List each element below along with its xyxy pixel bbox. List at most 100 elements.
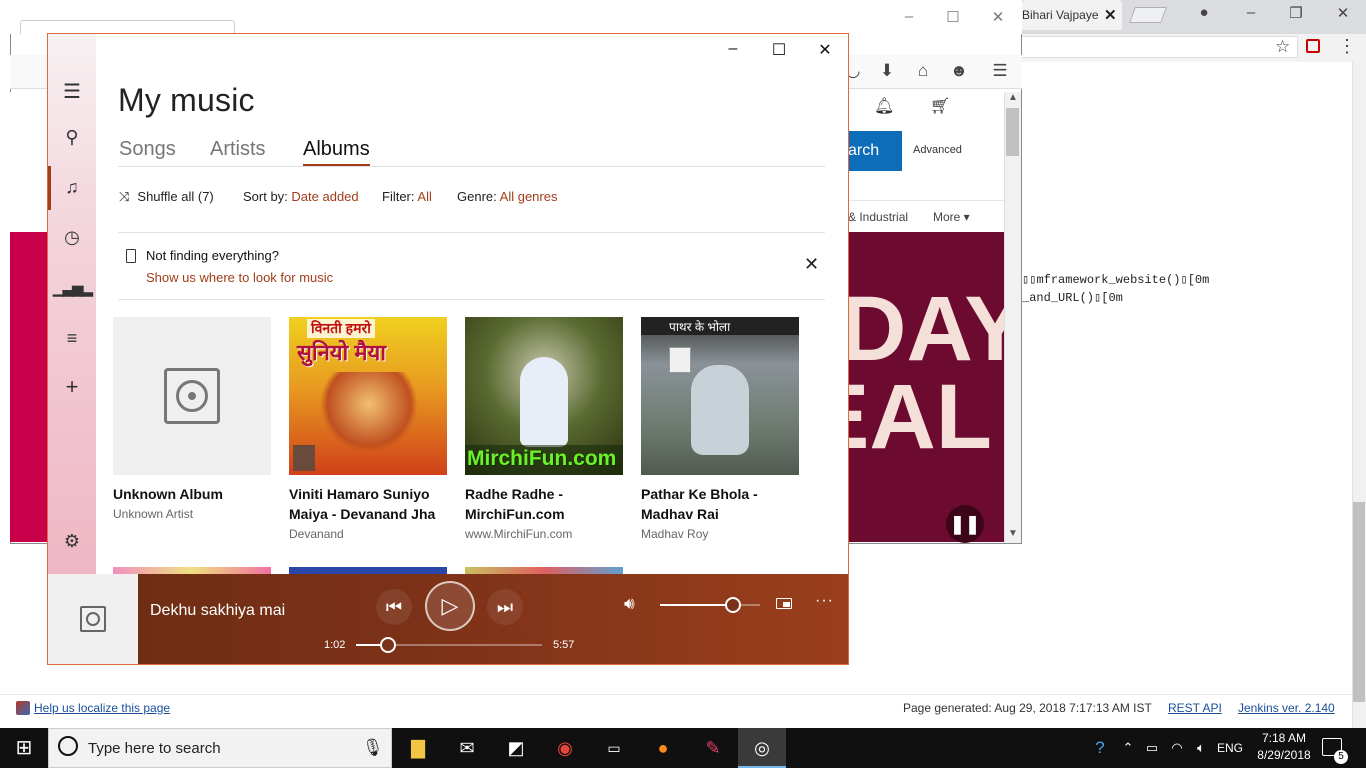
album-artist: Unknown Artist [113, 507, 194, 521]
volume-slider-thumb[interactable] [725, 597, 741, 613]
new-tab-button[interactable] [1129, 7, 1167, 23]
dismiss-notice-icon[interactable]: ✕ [804, 254, 819, 275]
close-window-icon[interactable]: ✕ [1333, 4, 1353, 22]
language-indicator[interactable]: ENG [1214, 728, 1246, 768]
chrome-tab-title: Bihari Vajpaye [1022, 8, 1098, 22]
close-icon[interactable]: ✕ [813, 40, 837, 60]
bell-icon[interactable]: 🔔︎ [874, 96, 894, 116]
firefox-scrollbar-thumb[interactable] [1006, 108, 1019, 156]
promo-banner[interactable]: DAY EAL [848, 232, 1004, 542]
minimize-icon[interactable]: – [1241, 4, 1261, 21]
restore-icon[interactable]: ❐ [1286, 4, 1306, 22]
playlists-icon[interactable]: ≡ [48, 328, 96, 349]
now-playing-icon[interactable]: ▁▃▅▂ [48, 279, 96, 297]
hamburger-menu-icon[interactable]: ☰ [48, 79, 96, 104]
shuffle-icon: ⤨ [119, 189, 130, 204]
volume-icon[interactable]: 🔊︎ [624, 594, 635, 614]
album-tile-partial[interactable] [289, 567, 447, 574]
close-tab-icon[interactable]: ✕ [1104, 6, 1117, 24]
jenkins-version-link[interactable]: Jenkins ver. 2.140 [1238, 701, 1335, 715]
banner-pause-button[interactable]: ❚❚ [946, 505, 984, 543]
file-explorer-icon[interactable]: ▇ [394, 728, 442, 768]
ff-close-icon[interactable]: ✕ [987, 8, 1009, 26]
chrome-scrollbar-thumb[interactable] [1353, 502, 1365, 702]
album-tile-partial[interactable] [113, 567, 271, 574]
now-playing-art[interactable] [48, 574, 138, 664]
extension-icon[interactable] [1306, 39, 1320, 53]
tab-songs[interactable]: Songs [119, 138, 176, 161]
now-playing-title[interactable]: Dekhu sakhiya mai [150, 602, 288, 620]
divider [118, 299, 825, 300]
ff-maximize-icon[interactable]: ☐ [942, 8, 964, 26]
bookmark-star-icon[interactable]: ☆ [1275, 37, 1290, 57]
speaker-icon[interactable]: 🔈︎ [1190, 728, 1212, 768]
console-line: _and_URL()▯[0m [1022, 291, 1123, 305]
shuffle-all-button[interactable]: ⤨ Shuffle all (7) [119, 189, 214, 205]
music-note-icon[interactable]: ♫ [48, 177, 96, 198]
player-bar: Dekhu sakhiya mai ⏮︎ ▷ ⏭︎ 1:02 5:57 🔊︎ ·… [48, 574, 848, 664]
tab-artists[interactable]: Artists [210, 138, 266, 161]
elapsed-time: 1:02 [324, 639, 346, 651]
battery-icon[interactable]: ▭ [1142, 728, 1162, 768]
album-tile[interactable]: पाथर के भोला Pathar Ke Bhola - Madhav Ra… [641, 317, 799, 543]
volume-slider-fill [660, 604, 735, 606]
filter-dropdown[interactable]: Filter: All [382, 189, 432, 204]
address-bar[interactable] [1022, 36, 1298, 58]
chat-icon[interactable]: ☻ [948, 61, 970, 81]
windows-start-icon[interactable]: ⊞ [0, 728, 48, 768]
album-tile[interactable]: Unknown Album Unknown Artist [113, 317, 271, 523]
banner-text: DAY [848, 278, 1004, 380]
tab-albums[interactable]: Albums [303, 138, 370, 161]
terminal-icon[interactable]: ▭ [590, 728, 638, 768]
download-icon[interactable]: ⬇ [876, 61, 898, 81]
album-tile-partial[interactable] [465, 567, 623, 574]
jenkins-footer: Help us localize this page Page generate… [0, 694, 1352, 728]
album-artist: Madhav Roy [641, 527, 709, 541]
ff-minimize-icon[interactable]: – [898, 8, 920, 25]
new-playlist-plus-icon[interactable]: + [48, 374, 96, 400]
genre-dropdown[interactable]: Genre: All genres [457, 189, 557, 204]
clock[interactable]: 7:18 AM 8/29/2018 [1252, 730, 1316, 764]
settings-gear-icon[interactable]: ⚙ [48, 531, 96, 552]
sticky-notes-icon[interactable]: ◩ [492, 728, 540, 768]
firefox-scrollbar[interactable]: ▲ ▼ [1004, 92, 1021, 543]
previous-track-button[interactable]: ⏮︎ [376, 589, 412, 625]
store-search-button[interactable]: arch [848, 131, 902, 171]
microphone-icon[interactable]: 🎙︎ [362, 738, 384, 758]
mail-icon[interactable]: ✉ [443, 728, 491, 768]
profile-icon[interactable]: ● [1194, 4, 1214, 21]
sort-dropdown[interactable]: Sort by: Date added [243, 189, 359, 204]
search-icon[interactable]: ⚲ [48, 127, 96, 148]
page-title: My music [118, 82, 255, 118]
seek-bar-thumb[interactable] [380, 637, 396, 653]
localize-link[interactable]: Help us localize this page [34, 701, 170, 715]
nav-more[interactable]: More ▾ [933, 210, 970, 224]
nav-item-industrial[interactable]: & Industrial [848, 210, 908, 224]
show-hidden-icons[interactable]: ⌃ [1118, 728, 1138, 768]
album-tile[interactable]: MirchiFun.com Radhe Radhe - MirchiFun.co… [465, 317, 623, 543]
chrome-menu-icon[interactable]: ⋮ [1338, 36, 1356, 57]
album-tile[interactable]: विनती हमरो सुनियो मैया Viniti Hamaro Sun… [289, 317, 447, 543]
help-icon[interactable]: ? [1088, 728, 1112, 768]
next-track-button[interactable]: ⏭︎ [487, 589, 523, 625]
more-options-icon[interactable]: ··· [815, 592, 834, 610]
mini-view-icon[interactable] [776, 598, 792, 609]
wifi-icon[interactable]: ◠ [1166, 728, 1188, 768]
home-icon[interactable]: ⌂ [912, 61, 934, 81]
find-music-link[interactable]: Show us where to look for music [146, 270, 333, 285]
clock-time: 7:18 AM [1261, 731, 1307, 745]
groove-music-icon[interactable]: ◎ [738, 728, 786, 768]
cart-icon[interactable]: 🛒︎ [930, 96, 950, 116]
play-button[interactable]: ▷ [425, 581, 475, 631]
notice-title: Not finding everything? [146, 248, 279, 263]
recent-clock-icon[interactable]: ◷ [48, 227, 96, 248]
page-generated-text: Page generated: Aug 29, 2018 7:17:13 AM … [903, 701, 1152, 715]
firefox-icon[interactable]: ● [639, 728, 687, 768]
paint-icon[interactable]: ✎ [689, 728, 737, 768]
chrome-icon[interactable]: ◉ [541, 728, 589, 768]
advanced-search-link[interactable]: Advanced [913, 144, 962, 156]
minimize-icon[interactable]: – [721, 40, 745, 58]
rest-api-link[interactable]: REST API [1168, 701, 1222, 715]
maximize-icon[interactable]: ☐ [767, 40, 791, 60]
ff-menu-icon[interactable]: ☰ [989, 61, 1011, 81]
